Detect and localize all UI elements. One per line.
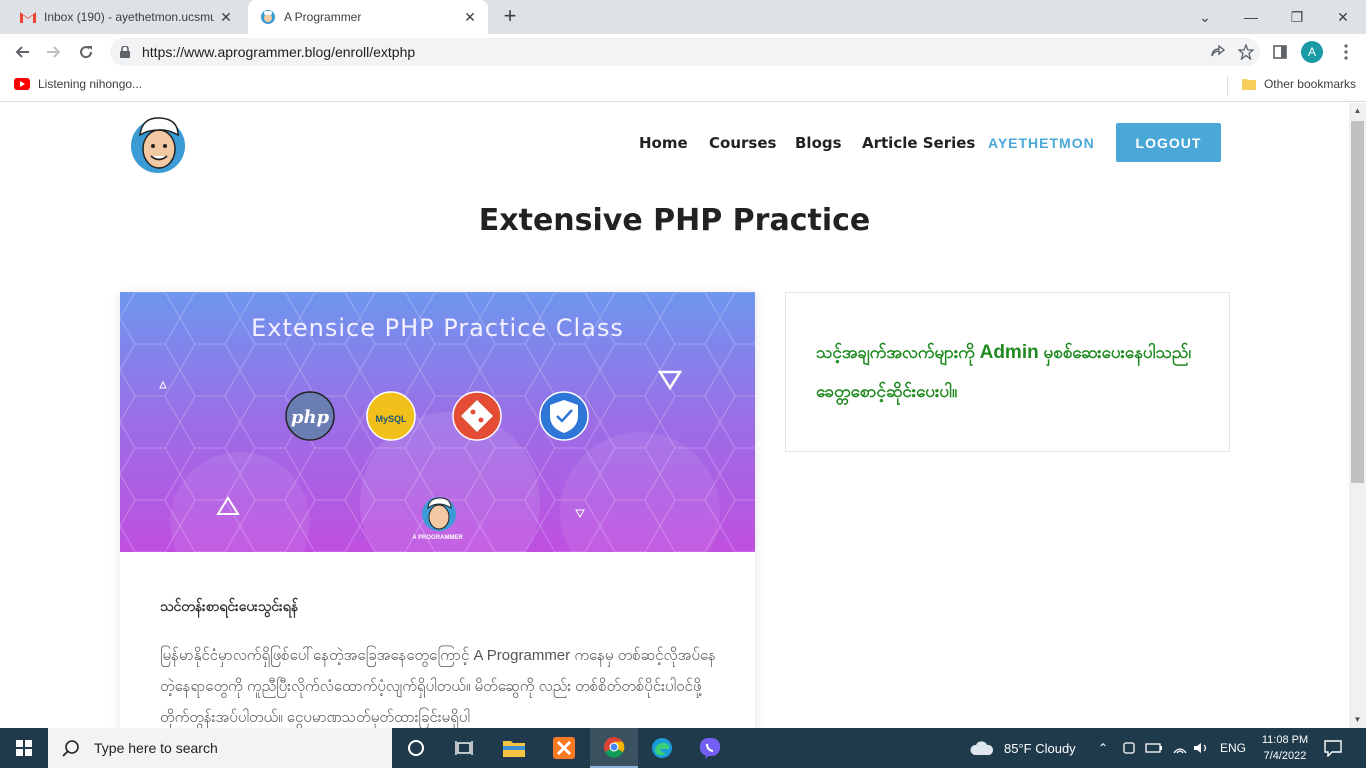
lock-icon[interactable] <box>120 46 134 58</box>
youtube-icon <box>14 78 30 90</box>
tab-search-icon[interactable]: ⌄ <box>1182 0 1228 34</box>
bookmark-divider <box>1227 76 1228 96</box>
minimize-icon[interactable]: — <box>1228 0 1274 34</box>
share-icon[interactable] <box>1204 44 1232 60</box>
browser-toolbar: https://www.aprogrammer.blog/enroll/extp… <box>0 34 1366 70</box>
menu-kebab-icon[interactable] <box>1334 40 1358 64</box>
bookmark-listening-nihongo[interactable]: Listening nihongo... <box>14 77 142 91</box>
git-logo-icon <box>452 391 502 441</box>
language-indicator[interactable]: ENG <box>1220 728 1246 768</box>
svg-text:php: php <box>291 407 330 428</box>
cloudy-weather-icon <box>970 740 994 756</box>
course-card: php MySQL Extensice PHP Practice Class A… <box>120 292 755 728</box>
gmail-icon <box>20 9 36 25</box>
bookmark-label: Listening nihongo... <box>38 77 143 91</box>
nav-courses-label: Courses <box>709 134 777 152</box>
bookmark-star-icon[interactable] <box>1232 44 1260 60</box>
verification-notice: သင့်အချက်အလက်များကို Admin မှစစ်ဆေးပေးနေ… <box>785 292 1230 452</box>
nav-courses[interactable]: Courses <box>709 123 776 163</box>
close-tab-icon[interactable]: ✕ <box>458 9 482 26</box>
reload-icon[interactable] <box>74 40 98 64</box>
card-text: မြန်မာနိုင်ငံမှာလက်ရှိဖြစ်ပေါ်နေတဲ့အခြေအ… <box>160 647 716 726</box>
close-window-icon[interactable]: ✕ <box>1320 0 1366 34</box>
file-explorer-icon[interactable] <box>490 728 538 768</box>
notice-text-before: သင့်အချက်အလက်များကို <box>816 343 980 362</box>
cortana-icon[interactable] <box>392 728 440 768</box>
shield-check-icon <box>539 391 589 441</box>
card-heading: သင်တန်းစာရင်းပေးသွင်းရန် <box>160 598 299 614</box>
back-icon[interactable] <box>10 40 34 64</box>
system-clock[interactable]: 11:08 PM 7/4/2022 <box>1250 732 1320 764</box>
nav-home[interactable]: Home <box>639 123 688 163</box>
mascot-logo-icon <box>422 497 456 531</box>
banner-brand: A PROGRAMMER <box>412 535 463 541</box>
profile-avatar[interactable]: A <box>1301 41 1323 63</box>
tab-title: A Programmer <box>284 10 362 24</box>
course-banner: php MySQL Extensice PHP Practice Class A… <box>120 292 755 552</box>
svg-text:MySQL: MySQL <box>375 414 407 424</box>
side-panel-icon[interactable] <box>1268 40 1292 64</box>
scrollbar-thumb[interactable] <box>1351 121 1364 483</box>
weather-text: 85°F Cloudy <box>1004 740 1076 756</box>
url-text: https://www.aprogrammer.blog/enroll/extp… <box>142 44 416 60</box>
nav-home-label: Home <box>639 134 688 152</box>
edge-icon[interactable] <box>638 728 686 768</box>
weather-widget[interactable]: 85°F Cloudy <box>970 728 1076 768</box>
mysql-logo-icon: MySQL <box>366 391 416 441</box>
windows-logo-icon <box>16 740 32 756</box>
search-placeholder: Type here to search <box>94 740 218 756</box>
php-logo-icon: php <box>285 391 335 441</box>
tab-gmail[interactable]: Inbox (190) - ayethetmon.ucsmul ✕ <box>8 0 244 34</box>
banner-title: Extensice PHP Practice Class <box>251 314 624 342</box>
restore-icon[interactable]: ❐ <box>1274 0 1320 34</box>
nav-article-series-label: Article Series <box>862 134 976 152</box>
tab-title: Inbox (190) - ayethetmon.ucsmul <box>44 10 214 24</box>
nav-article-series[interactable]: Article Series <box>862 123 975 163</box>
nav-user-label: AYETHETMON <box>988 135 1095 151</box>
tray-system-icons[interactable] <box>1122 728 1212 768</box>
scroll-down-icon[interactable]: ▼ <box>1349 712 1366 728</box>
windows-taskbar: Type here to search 85°F Cloudy ⌃ ENG 11… <box>0 728 1366 768</box>
page-title: Extensive PHP Practice <box>478 203 871 238</box>
viber-icon[interactable] <box>686 728 734 768</box>
notice-text: သင့်အချက်အလက်များကို Admin မှစစ်ဆေးပေးနေ… <box>816 333 1206 411</box>
page-scrollbar[interactable]: ▲ ▼ <box>1349 103 1366 728</box>
logout-button[interactable]: LOGOUT <box>1116 123 1221 162</box>
address-bar[interactable]: https://www.aprogrammer.blog/enroll/extp… <box>110 38 1260 66</box>
close-tab-icon[interactable]: ✕ <box>214 9 238 26</box>
start-button[interactable] <box>0 728 48 768</box>
tab-a-programmer[interactable]: A Programmer ✕ <box>248 0 488 34</box>
forward-icon[interactable] <box>42 40 66 64</box>
new-tab-button[interactable]: + <box>498 5 522 29</box>
page-viewport: Home Courses Blogs Article Series AYETHE… <box>0 103 1349 728</box>
bookmarks-bar: Listening nihongo... Other bookmarks <box>0 70 1366 102</box>
task-view-icon[interactable] <box>440 728 488 768</box>
other-bookmarks[interactable]: Other bookmarks <box>1241 77 1356 91</box>
notice-admin: Admin <box>979 342 1039 363</box>
nav-blogs[interactable]: Blogs <box>795 123 842 163</box>
notifications-icon[interactable] <box>1324 728 1342 768</box>
site-favicon-icon <box>260 9 276 25</box>
xampp-icon[interactable] <box>540 728 588 768</box>
site-logo[interactable] <box>128 113 188 175</box>
clock-time: 11:08 PM <box>1261 734 1309 746</box>
taskbar-search[interactable]: Type here to search <box>48 728 392 768</box>
show-hidden-icons[interactable]: ⌃ <box>1098 728 1108 768</box>
card-body: သင်တန်းစာရင်းပေးသွင်းရန် မြန်မာနိုင်ငံမှ… <box>160 597 720 728</box>
search-icon <box>62 739 86 757</box>
chrome-icon[interactable] <box>590 728 638 768</box>
nav-user[interactable]: AYETHETMON <box>988 123 1095 163</box>
clock-date: 7/4/2022 <box>1263 750 1307 762</box>
scroll-up-icon[interactable]: ▲ <box>1349 103 1366 119</box>
folder-icon <box>1241 78 1256 90</box>
nav-blogs-label: Blogs <box>795 134 842 152</box>
other-bookmarks-label: Other bookmarks <box>1263 77 1356 91</box>
tab-strip: Inbox (190) - ayethetmon.ucsmul ✕ A Prog… <box>0 0 1366 34</box>
